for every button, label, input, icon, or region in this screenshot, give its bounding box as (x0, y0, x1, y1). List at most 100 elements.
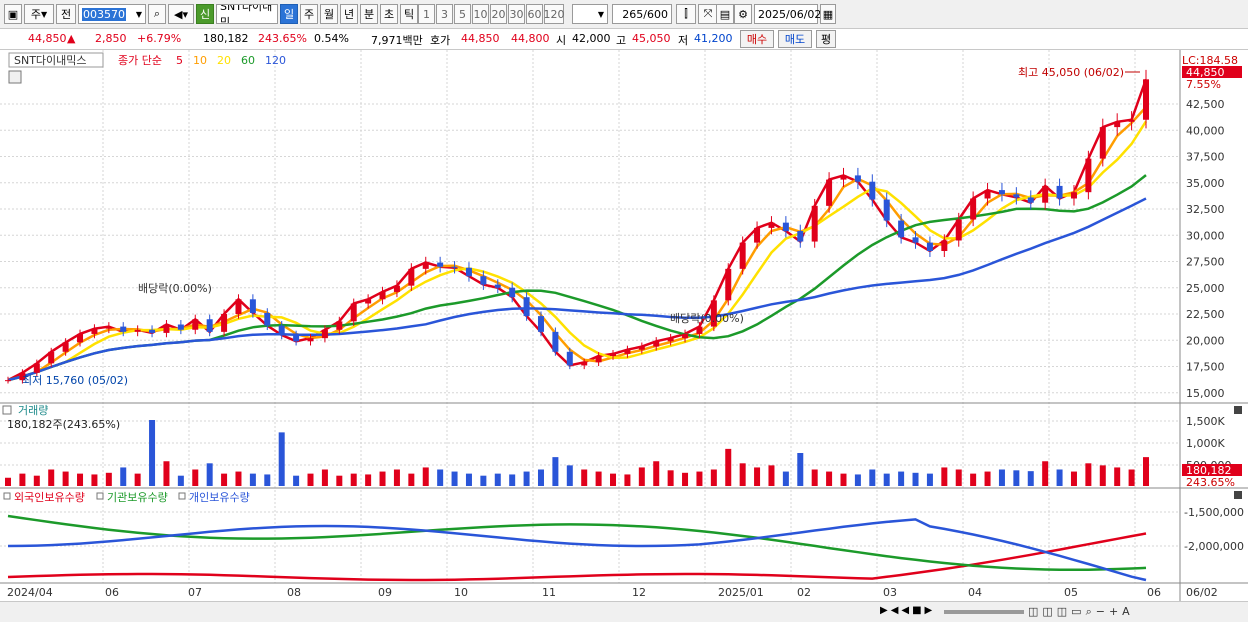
search-icon[interactable]: ⌕ (148, 4, 166, 24)
volume-bar (667, 470, 674, 486)
holdings-close-icon[interactable] (1234, 491, 1242, 499)
volume-bar (941, 467, 948, 486)
volume-bar (811, 469, 818, 486)
date-axis-label: 04 (968, 586, 982, 599)
volume-bar (451, 471, 458, 486)
volume-bar (970, 473, 977, 486)
candle-body (595, 356, 602, 363)
volume-bar (955, 469, 962, 486)
volume-bar (1143, 457, 1149, 486)
date-field[interactable]: 2025/06/02 (754, 4, 821, 24)
ma-number-button[interactable]: 3 (436, 4, 453, 24)
volume-bar (408, 473, 415, 486)
ma-number-button[interactable]: 5 (454, 4, 471, 24)
change-percent: +6.79% (137, 32, 182, 45)
volume-bar (134, 473, 141, 486)
date-axis-label: 02 (797, 586, 811, 599)
period-tab[interactable]: 틱 (400, 4, 418, 24)
candle-body (336, 321, 343, 330)
calendar-icon[interactable]: ▦ (820, 4, 836, 24)
chevron-down-icon: ▼ (135, 9, 142, 19)
candle-body (393, 285, 400, 292)
period-tab[interactable]: 일 (280, 4, 298, 24)
stock-name-field[interactable]: SNT다이내믹 (216, 4, 278, 24)
bar-count-field[interactable]: 265/600 (612, 4, 672, 24)
period-tab[interactable]: 월 (320, 4, 338, 24)
buy-button[interactable]: 매수 (740, 30, 774, 48)
volume-bar (581, 469, 588, 486)
period-tab[interactable]: 초 (380, 4, 398, 24)
candle-body (883, 199, 890, 221)
volume-bar (1085, 463, 1092, 486)
stock-chart[interactable]: SNT다이내믹스 종가 단순 5 10 20 60 120 최고 45,050 (06/… (0, 50, 1248, 601)
candle-icon[interactable]: ⫿ (676, 4, 696, 24)
trade-amount: 7,971백만 (371, 34, 423, 47)
code-input[interactable]: 003570 ▼ (78, 4, 146, 24)
ma-number-button[interactable]: 120 (544, 4, 565, 24)
candle-body (494, 284, 501, 288)
candle-body (48, 351, 55, 364)
candle-body (321, 329, 328, 339)
volume-close-icon[interactable] (1234, 406, 1242, 414)
volume-bar (5, 477, 11, 486)
candle-body (509, 287, 516, 298)
price-tick-label: 40,000 (1186, 124, 1225, 137)
period-tab[interactable]: 분 (360, 4, 378, 24)
volume-bar (206, 463, 213, 486)
zoom-slider[interactable] (944, 610, 1024, 614)
candle-body (970, 198, 977, 220)
sell-button[interactable]: 매도 (778, 30, 812, 48)
ma-number-button[interactable]: 60 (526, 4, 543, 24)
table-icon[interactable] (8, 70, 22, 84)
high-annotation: 최고 45,050 (06/02) (1018, 66, 1124, 79)
new-badge[interactable]: 신 (196, 4, 214, 24)
volume-bar (523, 471, 530, 486)
period-tab[interactable]: 주 (300, 4, 318, 24)
candle-body (768, 222, 775, 228)
crosshair-icon[interactable]: ⤧ (698, 4, 718, 24)
candle-body (955, 219, 962, 241)
candle-body (653, 341, 660, 347)
gear-icon[interactable]: ⚙ (734, 4, 752, 24)
volume-bar (610, 473, 617, 486)
low-annotation: 최저 15,760 (05/02) (22, 374, 128, 387)
candle-body (1013, 194, 1020, 198)
pct-now-value: 7.55% (1186, 78, 1221, 91)
candle-body (206, 319, 213, 332)
volume-bar (754, 467, 761, 486)
candle-body (293, 335, 300, 342)
period-tab[interactable]: 년 (340, 4, 358, 24)
holdings-legend-item: 외국인보유수량 (14, 491, 85, 504)
candle-body (105, 326, 112, 329)
ma-number-button[interactable]: 10 (472, 4, 489, 24)
sound-icon[interactable]: ◀▾ (168, 4, 194, 24)
chart-scroll-bar: ▶◀◀■▶ ◫◫◫▭⌕−+A (0, 601, 1248, 622)
save-icon[interactable]: ▤ (716, 4, 734, 24)
change-amount: 2,850 (95, 32, 127, 45)
candle-body (62, 342, 69, 352)
volume-bar (854, 474, 861, 486)
holdings-legend: 외국인보유수량 기관보유수량 개인보유수량 (3, 491, 250, 504)
volume-bar (62, 471, 69, 486)
holdings-legend-item: 개인보유수량 (189, 491, 250, 504)
up-arrow-icon: ▲ (67, 32, 76, 45)
volume-bar (638, 467, 645, 486)
date-axis-label: 10 (454, 586, 468, 599)
eval-button[interactable]: 평 (816, 30, 836, 48)
candle-body (840, 175, 847, 180)
volume-bar (278, 432, 285, 486)
window-icon[interactable]: ▣ (4, 4, 22, 24)
ma-custom-input[interactable]: ▼ (572, 4, 608, 24)
prev-button[interactable]: 전 (56, 4, 76, 24)
candle-body (77, 333, 84, 343)
ma-number-button[interactable]: 1 (418, 4, 435, 24)
volume-bar (898, 471, 905, 486)
period-unit-select[interactable]: 주 ▼ (24, 4, 54, 24)
high-price: 45,050 (632, 32, 671, 45)
zoom-tool-icons[interactable]: ◫◫◫▭⌕−+A (1028, 605, 1244, 619)
scroll-nav-icons[interactable]: ▶◀◀■▶ (880, 605, 940, 619)
ma-number-button[interactable]: 30 (508, 4, 525, 24)
candle-body (249, 299, 256, 313)
ma-number-button[interactable]: 20 (490, 4, 507, 24)
price-tick-label: 32,500 (1186, 203, 1225, 216)
